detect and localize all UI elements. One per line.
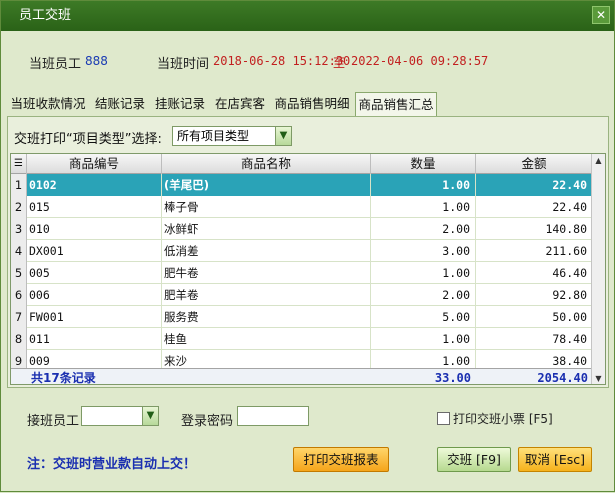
- chevron-down-icon[interactable]: ▼: [142, 407, 158, 425]
- row-number: 5: [11, 262, 27, 284]
- cell-amount: 22.40: [476, 196, 593, 218]
- print-ticket-label[interactable]: 打印交班小票 [F5]: [453, 410, 553, 427]
- row-number: 6: [11, 284, 27, 306]
- employee-label: 当班员工: [29, 57, 82, 72]
- table-row[interactable]: 1 0102 (羊尾巴) 1.00 22.40: [11, 174, 593, 196]
- cell-code: FW001: [27, 306, 162, 328]
- table-row[interactable]: 7 FW001 服务费 5.00 50.00: [11, 306, 593, 328]
- row-menu-icon[interactable]: ☰: [11, 154, 27, 174]
- next-employee-select[interactable]: ▼: [81, 406, 159, 426]
- tab-in-house-guests[interactable]: 在店宾客: [211, 92, 269, 116]
- cell-qty: 2.00: [371, 284, 476, 306]
- cell-qty: 1.00: [371, 196, 476, 218]
- table-summary-row: 共17条记录 33.00 2054.40: [11, 368, 593, 385]
- cell-name: 冰鲜虾: [162, 218, 371, 240]
- cell-amount: 92.80: [476, 284, 593, 306]
- table-row[interactable]: 4 DX001 低消差 3.00 211.60: [11, 240, 593, 262]
- cell-amount: 46.40: [476, 262, 593, 284]
- cell-qty: 1.00: [371, 328, 476, 350]
- shift-time-label: 当班时间: [157, 57, 210, 72]
- sales-summary-table: ☰ 商品编号 商品名称 数量 金额 1 0102 (羊尾巴) 1.00 22.40 2 01…: [10, 153, 606, 385]
- tab-credit-records[interactable]: 挂账记录: [151, 92, 209, 116]
- cell-code: 0102: [27, 174, 162, 196]
- cell-amount: 50.00: [476, 306, 593, 328]
- window-title: 员工交班: [19, 8, 72, 23]
- cancel-button[interactable]: 取消 [Esc]: [518, 447, 592, 472]
- cell-qty: 3.00: [371, 240, 476, 262]
- cell-qty: 1.00: [371, 174, 476, 196]
- cell-name: 服务费: [162, 306, 371, 328]
- cell-code: 015: [27, 196, 162, 218]
- cell-code: 011: [27, 328, 162, 350]
- cell-qty: 5.00: [371, 306, 476, 328]
- password-label: 登录密码: [181, 414, 234, 429]
- scroll-down-icon[interactable]: ▼: [592, 372, 605, 384]
- handover-section: 接班员工 ▼ 登录密码 打印交班小票 [F5] 打印交班报表 交班 [F9] 取…: [1, 393, 614, 493]
- cell-name: (羊尾巴): [162, 174, 371, 196]
- confirm-handover-button[interactable]: 交班 [F9]: [437, 447, 511, 472]
- tab-sales-detail[interactable]: 商品销售明细: [271, 92, 353, 116]
- table-row[interactable]: 3 010 冰鲜虾 2.00 140.80: [11, 218, 593, 240]
- table-row[interactable]: 5 005 肥牛卷 1.00 46.40: [11, 262, 593, 284]
- table-row[interactable]: 6 006 肥羊卷 2.00 92.80: [11, 284, 593, 306]
- shift-start-time: 2018-06-28 15:12:30: [213, 54, 351, 68]
- header-amount[interactable]: 金额: [476, 154, 593, 174]
- cell-name: 棒子骨: [162, 196, 371, 218]
- cell-qty: 1.00: [371, 262, 476, 284]
- print-report-button[interactable]: 打印交班报表: [293, 447, 389, 472]
- item-type-select-value: 所有项目类型: [177, 129, 250, 143]
- row-number: 3: [11, 218, 27, 240]
- shift-info: 当班员工 888 当班时间 2018-06-28 15:12:30 至 2022…: [9, 39, 606, 91]
- handover-note: 注：交班时营业款自动上交！: [27, 457, 197, 472]
- record-count: 共17条记录: [31, 371, 96, 385]
- shift-end-time: 2022-04-06 09:28:57: [351, 54, 489, 68]
- header-qty[interactable]: 数量: [371, 154, 476, 174]
- vertical-scrollbar[interactable]: ▲ ▼: [591, 154, 605, 384]
- tab-payment-status[interactable]: 当班收款情况: [7, 92, 89, 116]
- cell-code: 006: [27, 284, 162, 306]
- cell-name: 肥羊卷: [162, 284, 371, 306]
- tab-sales-summary[interactable]: 商品销售汇总: [355, 92, 437, 117]
- employee-value: 888: [85, 54, 108, 68]
- cell-code: 010: [27, 218, 162, 240]
- print-ticket-checkbox[interactable]: [437, 412, 450, 425]
- table-header: ☰ 商品编号 商品名称 数量 金额: [11, 154, 593, 174]
- cell-name: 桂鱼: [162, 328, 371, 350]
- cell-name: 肥牛卷: [162, 262, 371, 284]
- item-type-filter-label: 交班打印“项目类型”选择:: [14, 132, 162, 147]
- row-number: 2: [11, 196, 27, 218]
- cell-amount: 22.40: [476, 174, 593, 196]
- close-icon[interactable]: ✕: [592, 6, 610, 24]
- cell-code: 005: [27, 262, 162, 284]
- row-number: 1: [11, 174, 27, 196]
- tab-checkout-records[interactable]: 结账记录: [91, 92, 149, 116]
- sales-summary-panel: 交班打印“项目类型”选择: 所有项目类型 ▼ ☰ 商品编号 商品名称 数量 金额…: [7, 116, 609, 388]
- table-row[interactable]: 8 011 桂鱼 1.00 78.40: [11, 328, 593, 350]
- header-name[interactable]: 商品名称: [162, 154, 371, 174]
- cell-code: DX001: [27, 240, 162, 262]
- title-bar: 员工交班 ✕: [1, 1, 614, 31]
- table-row[interactable]: 2 015 棒子骨 1.00 22.40: [11, 196, 593, 218]
- cell-name: 低消差: [162, 240, 371, 262]
- row-number: 4: [11, 240, 27, 262]
- cell-amount: 140.80: [476, 218, 593, 240]
- row-number: 8: [11, 328, 27, 350]
- cell-amount: 211.60: [476, 240, 593, 262]
- total-qty: 33.00: [434, 371, 471, 385]
- header-code[interactable]: 商品编号: [27, 154, 162, 174]
- row-number: 7: [11, 306, 27, 328]
- chevron-down-icon[interactable]: ▼: [275, 127, 291, 145]
- cell-amount: 78.40: [476, 328, 593, 350]
- item-type-select[interactable]: 所有项目类型 ▼: [172, 126, 292, 146]
- total-amount: 2054.40: [537, 371, 588, 385]
- shift-handover-window: 员工交班 ✕ 当班员工 888 当班时间 2018-06-28 15:12:30…: [0, 0, 615, 492]
- shift-time-separator: 至: [333, 56, 346, 70]
- password-input[interactable]: [237, 406, 309, 426]
- next-employee-label: 接班员工: [27, 414, 80, 429]
- cell-qty: 2.00: [371, 218, 476, 240]
- scroll-up-icon[interactable]: ▲: [592, 154, 605, 168]
